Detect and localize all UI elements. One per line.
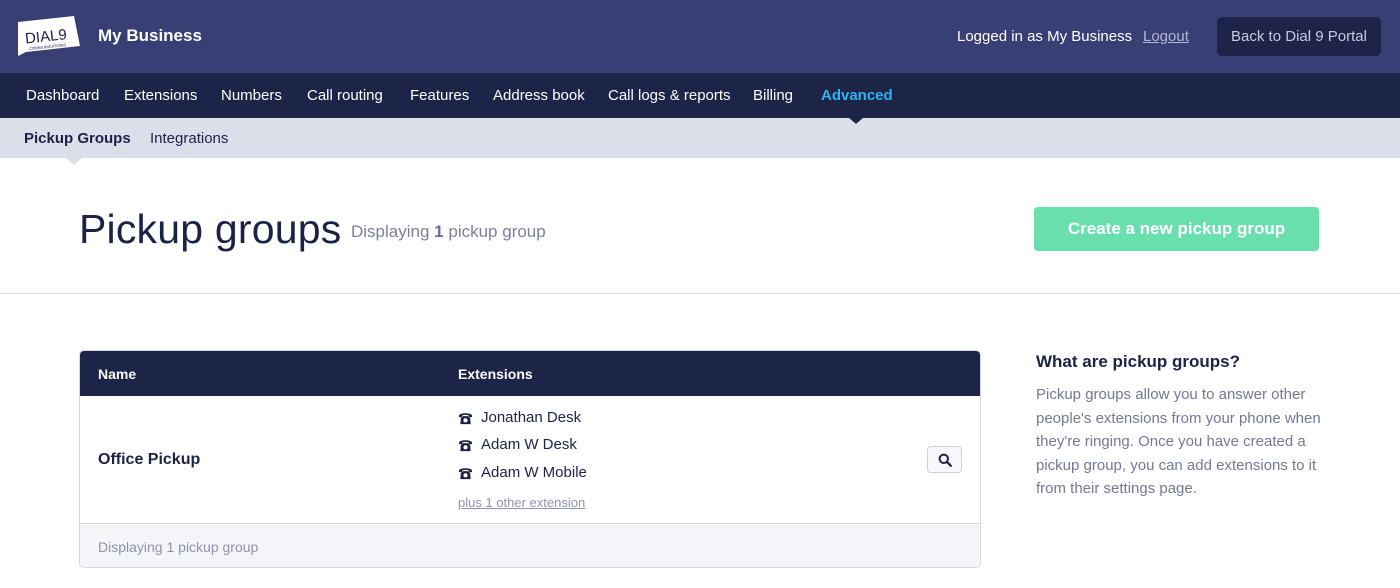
header-divider (0, 293, 1400, 294)
column-header-extensions: Extensions (458, 366, 533, 382)
pickup-groups-table: Name Extensions Office Pickup Jonathan D… (79, 350, 981, 568)
nav-item-extensions[interactable]: Extensions (124, 87, 197, 104)
subtitle-suffix: pickup group (448, 222, 546, 241)
search-icon (938, 453, 952, 467)
view-pickup-group-button[interactable] (927, 446, 962, 473)
table-row[interactable]: Office Pickup Jonathan Desk Adam W Desk (80, 396, 980, 524)
top-bar: DIAL9 COMMUNICATIONS My Business Logged … (0, 0, 1400, 73)
more-extensions-link[interactable]: plus 1 other extension (458, 495, 585, 510)
nav-item-billing[interactable]: Billing (753, 87, 793, 104)
active-subnav-indicator (66, 158, 82, 165)
table-footer-count: Displaying 1 pickup group (98, 539, 259, 555)
dial9-logo[interactable]: DIAL9 COMMUNICATIONS (16, 16, 82, 58)
phone-icon (458, 467, 473, 479)
subnav-item-integrations[interactable]: Integrations (150, 130, 228, 147)
subnav-item-pickup-groups[interactable]: Pickup Groups (24, 130, 131, 147)
subtitle-prefix: Displaying (351, 222, 430, 241)
column-header-name: Name (98, 366, 137, 382)
nav-item-features[interactable]: Features (410, 87, 469, 104)
logged-in-status: Logged in as My Business (957, 28, 1133, 45)
pickup-group-name[interactable]: Office Pickup (98, 451, 200, 469)
nav-item-advanced[interactable]: Advanced (821, 87, 893, 104)
page-title: Pickup groups (79, 206, 342, 252)
sub-nav: Pickup Groups Integrations (0, 118, 1400, 158)
info-text: Pickup groups allow you to answer other … (1036, 386, 1321, 497)
nav-item-dashboard[interactable]: Dashboard (26, 87, 99, 104)
nav-item-call-routing[interactable]: Call routing (307, 87, 383, 104)
extension-item: Jonathan Desk (458, 409, 581, 426)
phone-icon (458, 412, 473, 424)
logout-link[interactable]: Logout (1143, 28, 1189, 45)
info-title: What are pickup groups? (1036, 352, 1241, 371)
create-pickup-group-button[interactable]: Create a new pickup group (1034, 207, 1319, 251)
back-to-portal-button[interactable]: Back to Dial 9 Portal (1217, 17, 1381, 56)
phone-icon (458, 439, 473, 451)
page-subtitle: Displaying 1 pickup group (351, 222, 546, 242)
extension-item: Adam W Mobile (458, 464, 587, 481)
table-header: Name Extensions (80, 351, 980, 396)
nav-item-numbers[interactable]: Numbers (221, 87, 282, 104)
business-name: My Business (98, 26, 202, 45)
active-nav-indicator (848, 117, 864, 124)
extension-item: Adam W Desk (458, 436, 577, 453)
table-footer: Displaying 1 pickup group (80, 525, 980, 567)
extension-name: Jonathan Desk (481, 409, 582, 426)
nav-item-address-book[interactable]: Address book (493, 87, 585, 104)
main-nav: Dashboard Extensions Numbers Call routin… (0, 73, 1400, 118)
extension-name: Adam W Desk (481, 436, 577, 453)
nav-item-call-logs[interactable]: Call logs & reports (608, 87, 731, 104)
extension-name: Adam W Mobile (481, 464, 587, 481)
subtitle-count: 1 (434, 222, 444, 241)
